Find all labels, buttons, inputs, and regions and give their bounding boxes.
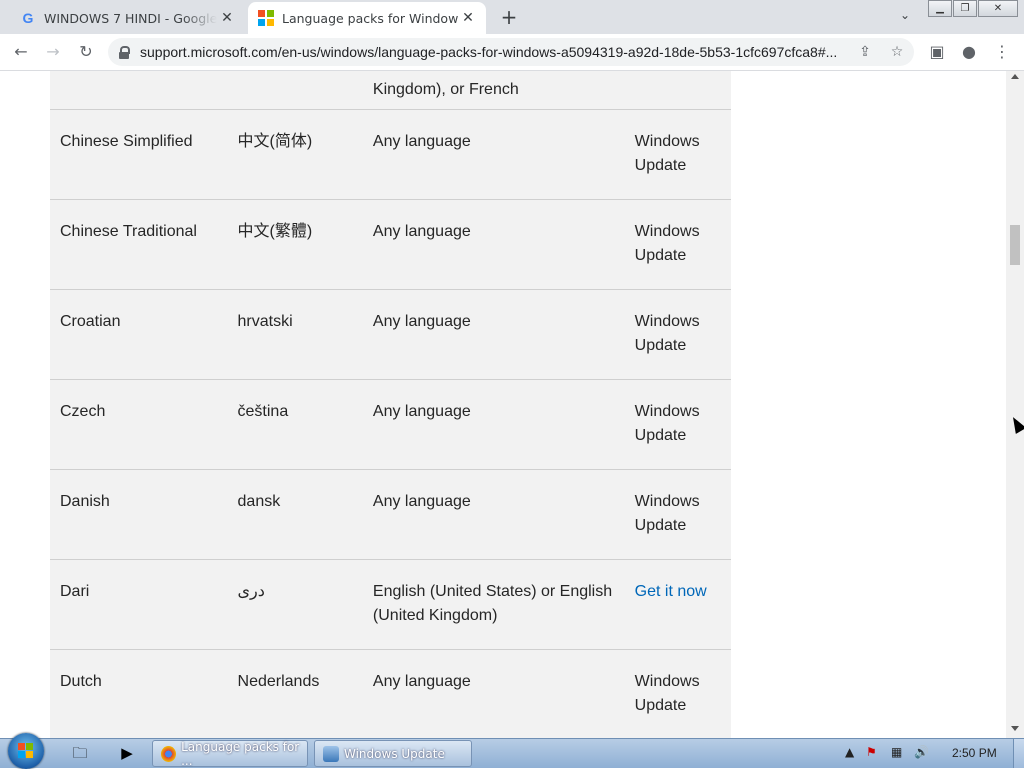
cell-how-to-get: Windows Update — [624, 289, 731, 380]
share-icon[interactable]: ⇪ — [854, 44, 876, 60]
cell-base-language: Any language — [362, 469, 625, 560]
taskbar-item-label: Language packs for ... — [181, 739, 300, 768]
table-row: Chinese Simplified 中文(简体) Any language W… — [50, 109, 731, 200]
action-center-flag-icon[interactable]: ⚑ — [866, 745, 877, 759]
page-scrollbar[interactable] — [1006, 71, 1024, 738]
taskbar: 🗀 ▶ Language packs for ... Windows Updat… — [0, 733, 1024, 769]
tab-google-search[interactable]: G WINDOWS 7 HINDI - Google Search ✕ — [8, 2, 245, 34]
microsoft-icon — [258, 10, 274, 26]
google-icon: G — [22, 10, 34, 26]
language-packs-table: Kingdom), or French Chinese Simplified 中… — [50, 71, 731, 738]
cell-how-to-get: Windows Update — [624, 649, 731, 738]
cell-native-name: درى — [227, 559, 363, 650]
cell-native-name: čeština — [227, 379, 363, 470]
close-tab-icon[interactable]: ✕ — [217, 10, 237, 26]
back-arrow-icon[interactable]: ← — [10, 41, 32, 63]
get-it-now-link[interactable]: Get it now — [635, 583, 707, 600]
profile-avatar-icon[interactable]: ● — [958, 41, 980, 63]
address-bar[interactable]: support.microsoft.com/en-us/windows/lang… — [108, 38, 914, 66]
tab-strip: G WINDOWS 7 HINDI - Google Search ✕ Lang… — [0, 0, 1024, 34]
start-button[interactable] — [8, 733, 44, 769]
close-window-button[interactable]: ✕ — [978, 0, 1018, 17]
cell-native-name: 中文(简体) — [227, 109, 363, 200]
cell-base-language: English (United States) or English (Unit… — [362, 559, 625, 650]
chrome-icon — [161, 745, 177, 762]
table-row: Croatian hrvatski Any language Windows U… — [50, 289, 731, 380]
cell-native-name: hrvatski — [227, 289, 363, 380]
taskbar-item-label: Windows Update — [344, 746, 445, 761]
table-row: Czech čeština Any language Windows Updat… — [50, 379, 731, 470]
menu-kebab-icon[interactable]: ⋮ — [991, 41, 1013, 63]
tab-title: WINDOWS 7 HINDI - Google Search — [44, 10, 217, 26]
table-row: Dari درى English (United States) or Engl… — [50, 559, 731, 650]
minimize-button[interactable]: ▁ — [928, 0, 952, 17]
restore-button[interactable]: ❐ — [953, 0, 977, 17]
cell-how-to-get: Windows Update — [624, 199, 731, 290]
windows-logo-icon — [18, 743, 34, 759]
cell-how-to-get: Windows Update — [624, 379, 731, 470]
taskbar-item-chrome[interactable]: Language packs for ... — [152, 739, 308, 768]
windows-update-icon — [323, 745, 339, 762]
cell-native-name: 中文(繁體) — [227, 199, 363, 290]
browser-toolbar: ← → ↻ support.microsoft.com/en-us/window… — [0, 34, 1024, 71]
reload-icon[interactable]: ↻ — [75, 41, 97, 63]
tab-search-chevron-icon[interactable]: ⌄ — [896, 8, 914, 26]
taskbar-item-windows-update[interactable]: Windows Update — [314, 740, 472, 767]
lock-icon[interactable] — [118, 46, 130, 59]
cell-base-language: Any language — [362, 379, 625, 470]
cell-language: Czech — [50, 379, 228, 470]
table-row: Dutch Nederlands Any language Windows Up… — [50, 649, 731, 738]
cell-how-to-get: Windows Update — [624, 469, 731, 560]
cell-language: Croatian — [50, 289, 228, 380]
page-content: Kingdom), or French Chinese Simplified 中… — [0, 71, 1006, 738]
volume-icon[interactable]: 🔊 — [914, 745, 929, 759]
network-icon[interactable]: ▦ — [891, 745, 902, 759]
cell-how-to-get: Windows Update — [624, 109, 731, 200]
cell-base-language: Any language — [362, 199, 625, 290]
file-explorer-icon[interactable]: 🗀 — [69, 742, 91, 764]
cell-base-language: Any language — [362, 649, 625, 738]
scrollbar-thumb[interactable] — [1010, 225, 1020, 265]
cell-native-name: dansk — [227, 469, 363, 560]
show-desktop-button[interactable] — [1013, 739, 1024, 768]
forward-arrow-icon[interactable]: → — [42, 41, 64, 63]
tab-title: Language packs for Windows — [282, 10, 458, 26]
cell-text: Kingdom), or French — [372, 81, 519, 98]
new-tab-button[interactable]: + — [498, 6, 520, 28]
cell-base-language: Kingdom), or French — [362, 71, 625, 110]
cell-language: Danish — [50, 469, 228, 560]
table-row: Chinese Traditional 中文(繁體) Any language … — [50, 199, 731, 290]
show-hidden-icons-chevron-icon[interactable]: ▲ — [845, 745, 854, 759]
cell-language: Chinese Traditional — [50, 199, 228, 290]
tab-language-packs[interactable]: Language packs for Windows ✕ — [248, 2, 486, 34]
url-text[interactable]: support.microsoft.com/en-us/windows/lang… — [140, 44, 854, 60]
table-row: Danish dansk Any language Windows Update — [50, 469, 731, 560]
cell-language: Dari — [50, 559, 228, 650]
cell-how-to-get: Get it now — [624, 559, 731, 650]
cell-language: Dutch — [50, 649, 228, 738]
media-player-icon[interactable]: ▶ — [116, 742, 138, 764]
cell-base-language: Any language — [362, 289, 625, 380]
bookmark-star-icon[interactable]: ☆ — [886, 44, 908, 60]
cell-language: Chinese Simplified — [50, 109, 228, 200]
cell-base-language: Any language — [362, 109, 625, 200]
side-panel-icon[interactable]: ▣ — [926, 41, 948, 63]
scroll-up-arrow-icon[interactable] — [1011, 74, 1019, 79]
clock[interactable]: 2:50 PM — [952, 746, 997, 760]
scroll-down-arrow-icon[interactable] — [1011, 726, 1019, 731]
close-tab-icon[interactable]: ✕ — [458, 10, 478, 26]
cell-native-name: Nederlands — [227, 649, 363, 738]
table-row: Kingdom), or French — [50, 71, 731, 110]
